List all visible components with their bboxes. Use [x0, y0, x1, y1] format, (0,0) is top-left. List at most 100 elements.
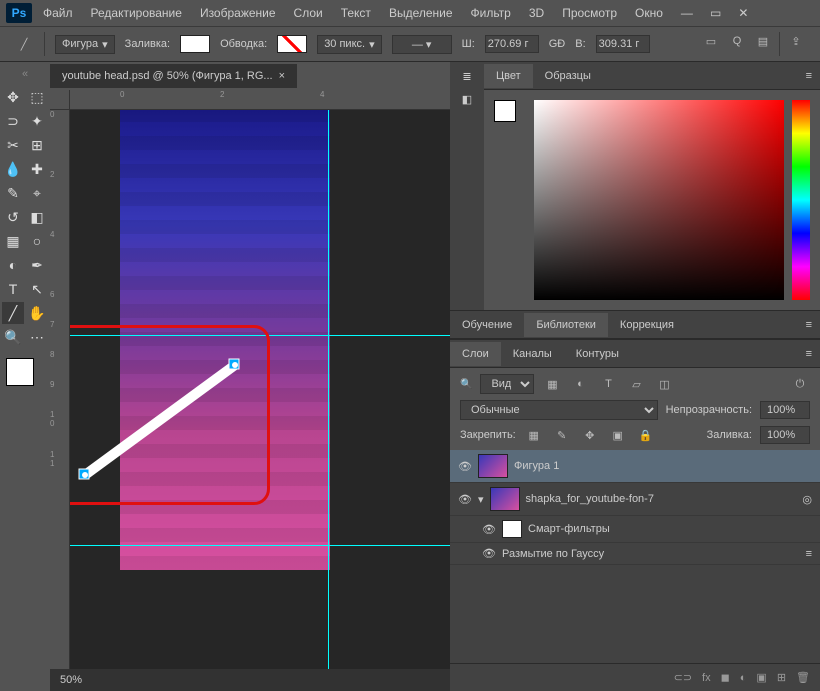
path-ops-icon[interactable]: ▭ [701, 32, 721, 50]
arrange-icon[interactable]: ▤ [753, 32, 773, 50]
stroke-width-input[interactable]: 30 пикс.▾ [317, 35, 381, 54]
zoom-level[interactable]: 50% [60, 674, 82, 686]
channels-tab[interactable]: Каналы [501, 342, 564, 366]
marquee-tool[interactable]: ⬚ [26, 86, 48, 108]
eyedropper-tool[interactable]: 💧 [2, 158, 24, 180]
hand-tool[interactable]: ✋ [26, 302, 48, 324]
learn-tab[interactable]: Обучение [450, 313, 524, 337]
panel-menu-icon[interactable]: ≡ [798, 315, 820, 335]
heal-tool[interactable]: ✚ [26, 158, 48, 180]
guide-vertical[interactable] [328, 110, 329, 669]
adjustments-tab[interactable]: Коррекция [608, 313, 686, 337]
filter-shape-icon[interactable]: ▱ [626, 375, 646, 393]
menu-3d[interactable]: 3D [522, 3, 551, 23]
link-dims[interactable]: GĐ [549, 38, 566, 50]
lock-image-icon[interactable]: ✎ [552, 426, 572, 444]
lock-artboard-icon[interactable]: ▣ [608, 426, 628, 444]
history-brush-tool[interactable]: ↺ [2, 206, 24, 228]
type-tool[interactable]: T [2, 278, 24, 300]
toolbar-collapse-icon[interactable]: « [2, 68, 48, 80]
crop-tool[interactable]: ✂ [2, 134, 24, 156]
lock-trans-icon[interactable]: ▦ [524, 426, 544, 444]
share-icon[interactable]: ⇪ [786, 32, 806, 50]
fill-swatch[interactable] [180, 35, 210, 53]
visibility-icon[interactable]: 👁 [482, 523, 496, 536]
edit-toolbar[interactable]: ⋯ [26, 326, 48, 348]
color-swatches[interactable] [2, 358, 48, 398]
align-icon[interactable]: Q [727, 32, 747, 50]
layer-row[interactable]: 👁 Смарт-фильтры [450, 516, 820, 543]
shape-line[interactable] [70, 355, 255, 485]
layer-thumb[interactable] [502, 520, 522, 538]
path-select-tool[interactable]: ↖ [26, 278, 48, 300]
stroke-swatch[interactable] [277, 35, 307, 53]
link-layers-icon[interactable]: ⊂⊃ [674, 671, 692, 684]
menu-view[interactable]: Просмотр [555, 3, 624, 23]
filter-toggle[interactable]: ⏻ [790, 375, 810, 393]
frame-tool[interactable]: ⊞ [26, 134, 48, 156]
ruler-vertical[interactable]: 02467891011 [50, 110, 70, 669]
lock-all-icon[interactable]: 🔒 [636, 426, 656, 444]
adjustment-layer-icon[interactable]: ◐ [740, 672, 747, 684]
filter-adjust-icon[interactable]: ◐ [570, 375, 590, 393]
document-tab[interactable]: youtube head.psd @ 50% (Фигура 1, RG... … [50, 64, 297, 88]
stamp-tool[interactable]: ⌖ [26, 182, 48, 204]
layer-row[interactable]: 👁 Фигура 1 [450, 450, 820, 483]
color-field[interactable] [534, 100, 784, 300]
visibility-icon[interactable]: 👁 [482, 547, 496, 560]
libraries-tab[interactable]: Библиотеки [524, 313, 608, 337]
tab-close-icon[interactable]: × [279, 70, 285, 82]
color-fg-bg[interactable] [494, 100, 526, 300]
menu-layer[interactable]: Слои [287, 3, 330, 23]
layer-name[interactable]: shapka_for_youtube-fon-7 [526, 493, 654, 505]
delete-layer-icon[interactable]: 🗑 [796, 671, 810, 684]
blur-tool[interactable]: ○ [26, 230, 48, 252]
stroke-style-select[interactable]: — ▾ [392, 35, 452, 54]
layer-name[interactable]: Смарт-фильтры [528, 523, 610, 535]
filter-settings-icon[interactable]: ≡ [806, 548, 812, 560]
canvas[interactable] [70, 110, 450, 669]
guide-horizontal[interactable] [70, 335, 450, 336]
shape-mode-select[interactable]: Фигура▾ [55, 35, 115, 54]
layer-mask-icon[interactable]: ◼ [721, 671, 730, 684]
fill-opacity-input[interactable] [760, 426, 810, 444]
visibility-icon[interactable]: 👁 [458, 493, 472, 506]
properties-panel-icon[interactable]: ◧ [462, 93, 472, 106]
blend-mode-select[interactable]: Обычные [460, 400, 658, 420]
lasso-tool[interactable]: ⊃ [2, 110, 24, 132]
layer-row[interactable]: 👁 ▾ shapka_for_youtube-fon-7 ◎ [450, 483, 820, 516]
swatches-tab[interactable]: Образцы [533, 64, 603, 88]
zoom-tool[interactable]: 🔍 [2, 326, 24, 348]
gradient-tool[interactable]: ▦ [2, 230, 24, 252]
guide-horizontal[interactable] [70, 545, 450, 546]
menu-image[interactable]: Изображение [193, 3, 283, 23]
menu-edit[interactable]: Редактирование [84, 3, 189, 23]
eraser-tool[interactable]: ◧ [26, 206, 48, 228]
menu-window[interactable]: Окно [628, 3, 670, 23]
brush-tool[interactable]: ✎ [2, 182, 24, 204]
ruler-horizontal[interactable]: 024 [70, 90, 450, 110]
hue-slider[interactable] [792, 100, 810, 300]
new-layer-icon[interactable]: ⊞ [777, 671, 786, 684]
expand-icon[interactable]: ▾ [478, 493, 484, 506]
group-icon[interactable]: ▣ [756, 671, 766, 684]
layer-filter-select[interactable]: Вид [480, 374, 534, 394]
layers-tab[interactable]: Слои [450, 342, 501, 366]
panel-menu-icon[interactable]: ≡ [798, 66, 820, 86]
pen-tool[interactable]: ✒ [26, 254, 48, 276]
foreground-color[interactable] [6, 358, 34, 386]
width-input[interactable] [485, 35, 539, 53]
paths-tab[interactable]: Контуры [564, 342, 631, 366]
layer-name[interactable]: Размытие по Гауссу [502, 548, 604, 560]
filter-smart-icon[interactable]: ◫ [654, 375, 674, 393]
filter-type-icon[interactable]: T [598, 375, 618, 393]
move-tool[interactable]: ✥ [2, 86, 24, 108]
opacity-input[interactable] [760, 401, 810, 419]
menu-type[interactable]: Текст [334, 3, 378, 23]
menu-filter[interactable]: Фильтр [464, 3, 518, 23]
menu-file[interactable]: Файл [36, 3, 80, 23]
menu-select[interactable]: Выделение [382, 3, 460, 23]
visibility-icon[interactable]: 👁 [458, 460, 472, 473]
lock-pos-icon[interactable]: ✥ [580, 426, 600, 444]
line-tool[interactable]: ╱ [2, 302, 24, 324]
